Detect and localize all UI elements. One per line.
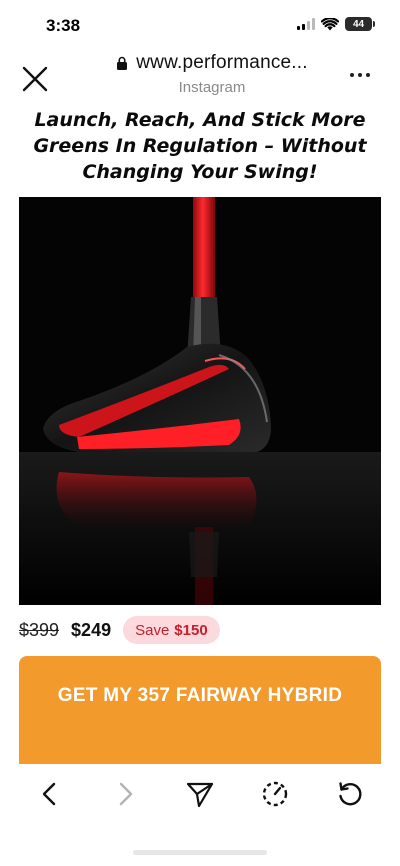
timer-button[interactable] (255, 774, 295, 814)
more-button[interactable] (350, 70, 376, 80)
back-button[interactable] (30, 774, 70, 814)
timer-icon (262, 781, 288, 807)
url-text: www.performance... (136, 52, 308, 73)
save-amount: $150 (174, 621, 208, 639)
battery-icon: 44 (345, 17, 375, 31)
ad-headline: Launch, Reach, And Stick More Greens In … (33, 109, 367, 183)
forward-icon (119, 782, 133, 806)
refresh-button[interactable] (330, 774, 370, 814)
close-icon (22, 66, 48, 92)
save-label: Save (135, 621, 170, 639)
cta-button[interactable]: GET MY 357 FAIRWAY HYBRID (19, 656, 381, 764)
share-button[interactable] (180, 774, 220, 814)
url-bar[interactable]: www.performance... Instagram (92, 52, 332, 96)
home-indicator (133, 850, 267, 855)
product-image (19, 197, 381, 605)
club-shaft (193, 197, 215, 302)
more-icon (350, 73, 354, 77)
back-icon (42, 782, 56, 806)
close-button[interactable] (18, 62, 52, 96)
share-icon (186, 782, 214, 808)
more-icon-dot (366, 73, 370, 77)
wifi-icon (321, 17, 339, 30)
sale-price: $249 (71, 619, 112, 640)
forward-button[interactable] (105, 774, 145, 814)
refresh-icon (339, 782, 362, 806)
more-icon-dot (358, 73, 362, 77)
browser-toolbar (0, 764, 400, 824)
status-bar: 3:38 44 (0, 0, 400, 50)
source-label: Instagram (178, 79, 246, 96)
old-price: $399 (19, 619, 60, 640)
signal-icon (297, 18, 315, 30)
price-row: $399 $249 Save $150 (19, 616, 220, 644)
battery-level: 44 (352, 18, 365, 30)
status-icons: 44 (297, 17, 375, 31)
status-time: 3:38 (46, 16, 81, 35)
cta-label: GET MY 357 FAIRWAY HYBRID (57, 685, 343, 706)
lock-icon (117, 56, 128, 70)
save-badge: Save $150 (123, 616, 220, 644)
browser-header: www.performance... Instagram (0, 50, 400, 104)
